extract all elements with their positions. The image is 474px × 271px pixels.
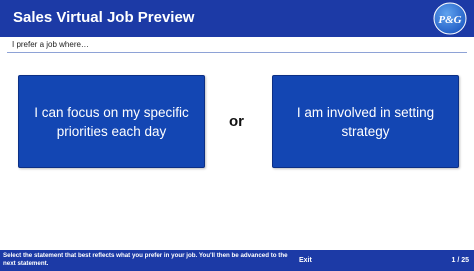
prompt-text: I prefer a job where… bbox=[12, 40, 89, 49]
page-counter: 1 / 25 bbox=[451, 257, 469, 264]
choice-label: I am involved in setting strategy bbox=[296, 104, 435, 139]
pg-logo: P&G bbox=[433, 2, 467, 35]
page-title: Sales Virtual Job Preview bbox=[13, 9, 195, 26]
header-bar: Sales Virtual Job Preview P&G bbox=[0, 0, 474, 37]
footer-bar: Select the statement that best reflects … bbox=[0, 250, 474, 271]
choice-label: I can focus on my specific priorities ea… bbox=[34, 104, 189, 139]
or-separator: or bbox=[229, 113, 244, 130]
exit-button[interactable]: Exit bbox=[299, 256, 312, 265]
prompt-bar: I prefer a job where… bbox=[7, 39, 467, 53]
logo-text: P&G bbox=[438, 14, 461, 26]
choice-setting-strategy-button[interactable]: I am involved in setting strategy bbox=[272, 75, 459, 168]
footer-instruction: Select the statement that best reflects … bbox=[3, 252, 288, 267]
choice-focus-priorities-button[interactable]: I can focus on my specific priorities ea… bbox=[18, 75, 205, 168]
